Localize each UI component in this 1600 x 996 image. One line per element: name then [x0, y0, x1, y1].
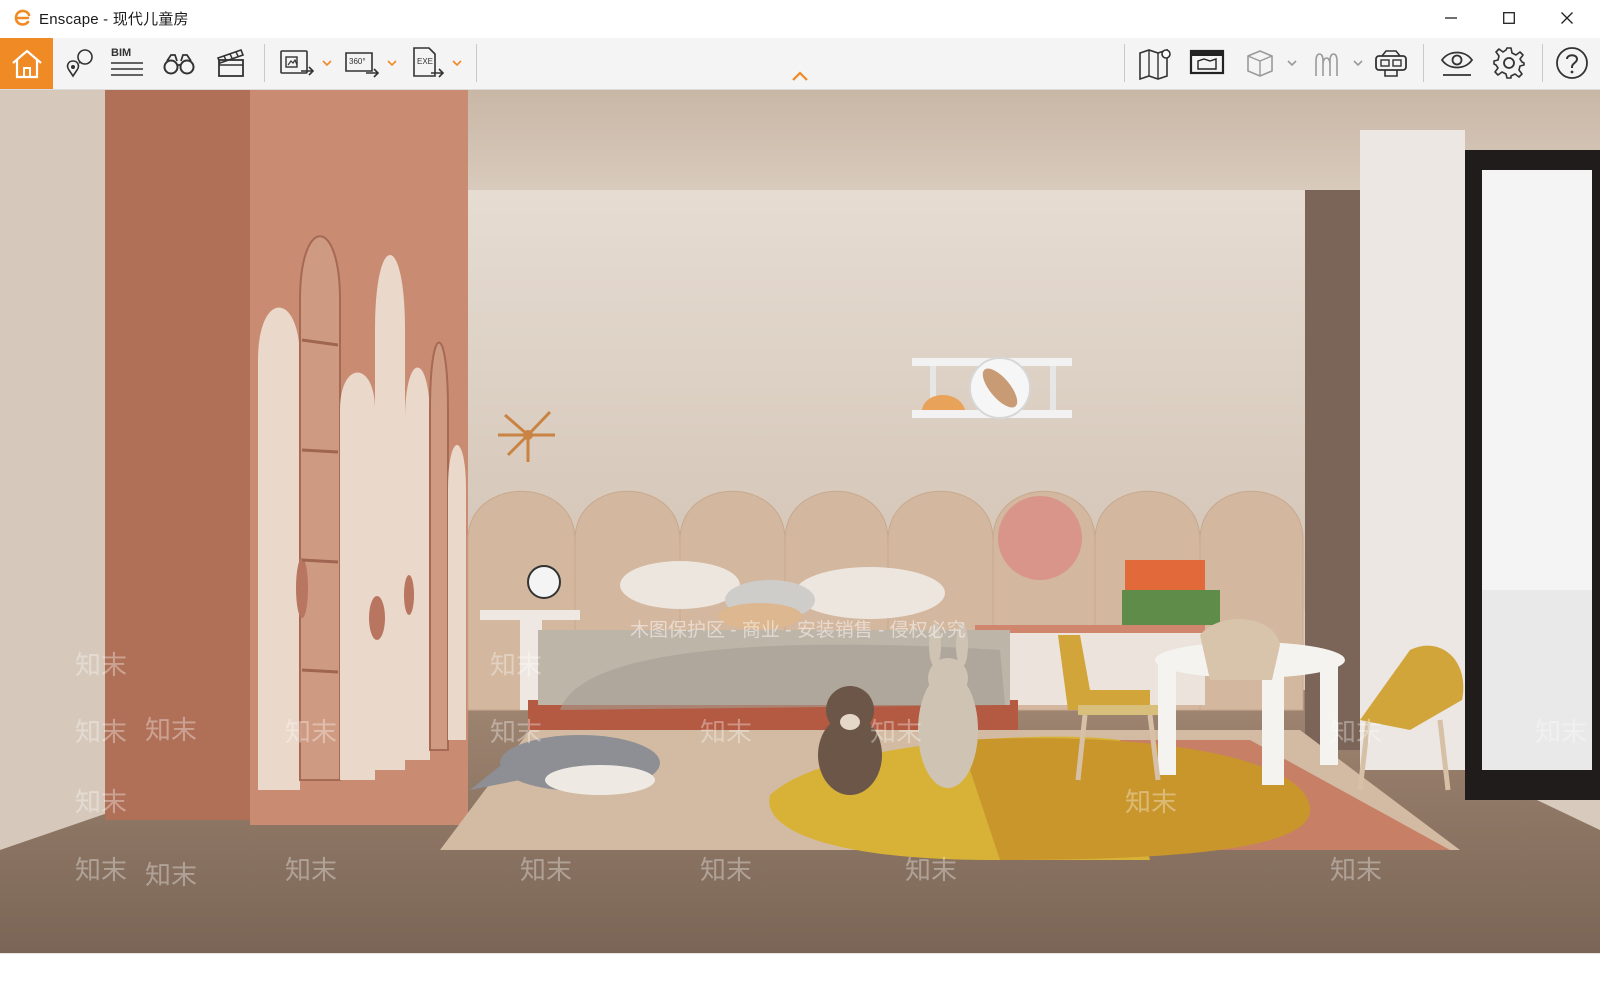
- home-button[interactable]: [0, 38, 53, 89]
- status-strip: [0, 953, 1600, 996]
- help-button[interactable]: [1550, 41, 1594, 85]
- bim-icon-label: BIM: [111, 47, 131, 59]
- exe-icon-label: EXE: [417, 57, 433, 66]
- screen-icon: [1189, 49, 1225, 75]
- panorama-button[interactable]: 360°: [340, 41, 384, 85]
- window-title: Enscape - 现代儿童房: [39, 8, 189, 29]
- enscape-logo-icon: [14, 9, 31, 26]
- close-button[interactable]: [1544, 0, 1590, 36]
- project-name: 现代儿童房: [112, 11, 189, 28]
- map-icon: [1139, 48, 1171, 81]
- render-image-icon: [280, 50, 315, 76]
- help-icon: [1556, 47, 1588, 79]
- map-button[interactable]: [1134, 41, 1178, 85]
- chevron-down-icon: [1287, 59, 1297, 66]
- render-image-button[interactable]: [275, 41, 319, 85]
- clapperboard-icon: [216, 48, 245, 77]
- render-image-dropdown[interactable]: [321, 57, 333, 69]
- screen-button[interactable]: [1185, 41, 1229, 85]
- toolbar-separator: [476, 44, 477, 82]
- title-bar[interactable]: Enscape - 现代儿童房: [0, 0, 1600, 36]
- bim-button[interactable]: BIM: [105, 41, 149, 85]
- maximize-button[interactable]: [1486, 0, 1532, 36]
- vr-headset-button[interactable]: [1369, 41, 1413, 85]
- panorama-360-icon: 360°: [345, 52, 380, 78]
- chevron-down-icon: [322, 59, 332, 66]
- export-exe-icon: EXE: [413, 47, 445, 78]
- toolbar-separator: [264, 44, 265, 82]
- toolbar-separator: [1423, 44, 1424, 82]
- toolbar-separator: [1542, 44, 1543, 82]
- panorama-dropdown[interactable]: [386, 57, 398, 69]
- main-toolbar: BIM 360° EXE: [0, 38, 1600, 90]
- chevron-up-icon[interactable]: [790, 69, 810, 83]
- views-button[interactable]: [57, 41, 101, 85]
- bim-icon: BIM: [111, 47, 143, 76]
- bedroom-render-image: [0, 90, 1600, 953]
- people-button[interactable]: [1303, 41, 1347, 85]
- export-exe-button[interactable]: EXE: [405, 41, 449, 85]
- close-icon: [1561, 12, 1573, 24]
- home-icon: [11, 49, 42, 78]
- settings-button[interactable]: [1487, 41, 1531, 85]
- location-pins-icon: [66, 49, 93, 78]
- minimize-icon: [1445, 17, 1457, 19]
- people-dropdown[interactable]: [1352, 57, 1364, 69]
- binoculars-icon: [163, 54, 195, 75]
- chevron-down-icon: [387, 59, 397, 66]
- chevron-down-icon: [452, 59, 462, 66]
- title-separator: -: [98, 11, 113, 28]
- people-icon: [1315, 53, 1338, 76]
- box-icon: [1247, 50, 1273, 77]
- chevron-down-icon: [1353, 59, 1363, 66]
- render-viewport[interactable]: 知末 知末 知末 知末 知末 知末 知末 知末 知末 知末 知末 知末 知末 知…: [0, 90, 1600, 953]
- box-dropdown[interactable]: [1286, 57, 1298, 69]
- visual-settings-button[interactable]: [1435, 41, 1479, 85]
- video-editor-button[interactable]: [209, 41, 253, 85]
- toolbar-separator: [1124, 44, 1125, 82]
- settings-icon: [1493, 47, 1525, 79]
- panorama-icon-label: 360°: [349, 57, 366, 66]
- export-dropdown[interactable]: [451, 57, 463, 69]
- vr-headset-icon: [1375, 50, 1407, 77]
- box-button[interactable]: [1238, 41, 1282, 85]
- maximize-icon: [1503, 12, 1515, 24]
- app-name: Enscape: [39, 11, 99, 28]
- visual-settings-icon: [1440, 51, 1474, 76]
- minimize-button[interactable]: [1428, 0, 1474, 36]
- binoculars-button[interactable]: [157, 41, 201, 85]
